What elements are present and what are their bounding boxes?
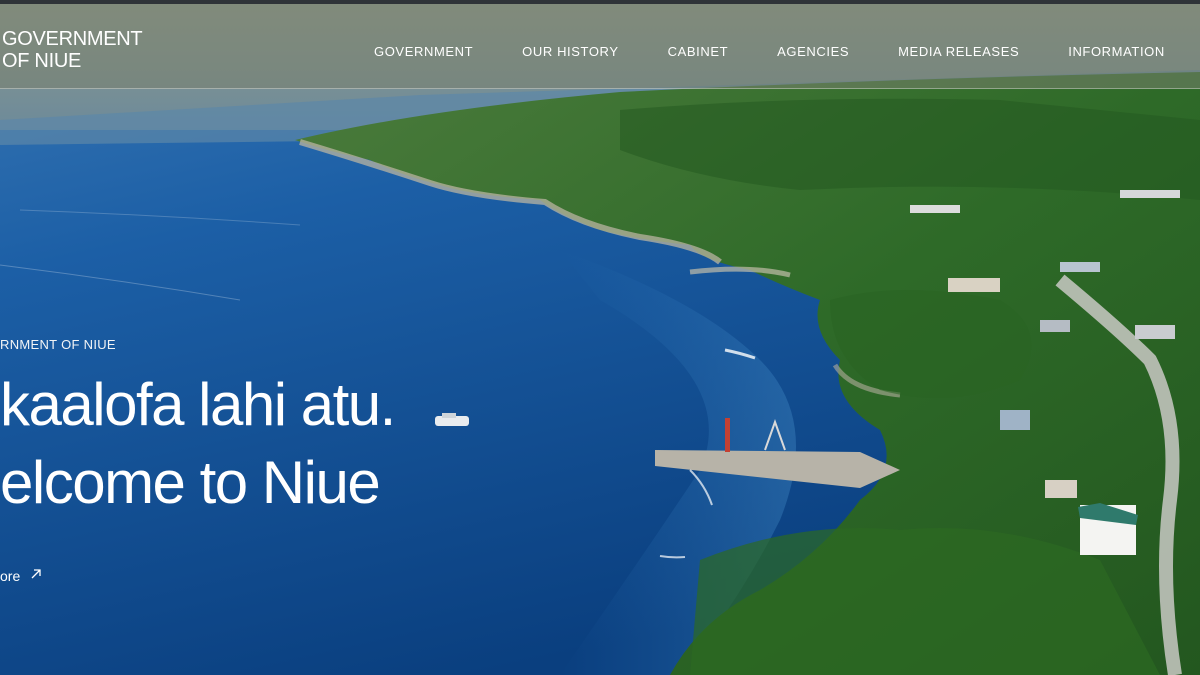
main-nav: GOVERNMENT OUR HISTORY CABINET AGENCIES … bbox=[374, 44, 1200, 59]
hero-aerial-image bbox=[0, 0, 1200, 675]
logo-line-2: OF NIUE bbox=[2, 50, 82, 72]
site-logo[interactable]: GOVERNMENT OF NIUE bbox=[2, 28, 143, 72]
nav-item-cabinet[interactable]: CABINET bbox=[668, 44, 729, 59]
hero-section: GOVERNMENT OF NIUE GOVERNMENT OUR HISTOR… bbox=[0, 0, 1200, 675]
site-header: GOVERNMENT OF NIUE GOVERNMENT OUR HISTOR… bbox=[0, 4, 1200, 89]
hero-eyebrow: RNMENT OF NIUE bbox=[0, 337, 116, 352]
nav-item-agencies[interactable]: AGENCIES bbox=[777, 44, 849, 59]
nav-item-media-releases[interactable]: MEDIA RELEASES bbox=[898, 44, 1019, 59]
explore-more-link[interactable]: ore bbox=[0, 567, 42, 584]
arrow-up-right-icon bbox=[30, 567, 42, 584]
nav-item-our-history[interactable]: OUR HISTORY bbox=[522, 44, 618, 59]
hero-headline-line-2: elcome to Niue bbox=[0, 449, 381, 516]
hero-headline: kaalofa lahi atu. elcome to Niue bbox=[0, 366, 396, 522]
nav-item-government[interactable]: GOVERNMENT bbox=[374, 44, 473, 59]
logo-line-1: GOVERNMENT bbox=[2, 28, 143, 50]
hero-headline-line-1: kaalofa lahi atu. bbox=[0, 371, 396, 438]
nav-item-information[interactable]: INFORMATION bbox=[1068, 44, 1165, 59]
explore-more-label: ore bbox=[0, 567, 21, 584]
